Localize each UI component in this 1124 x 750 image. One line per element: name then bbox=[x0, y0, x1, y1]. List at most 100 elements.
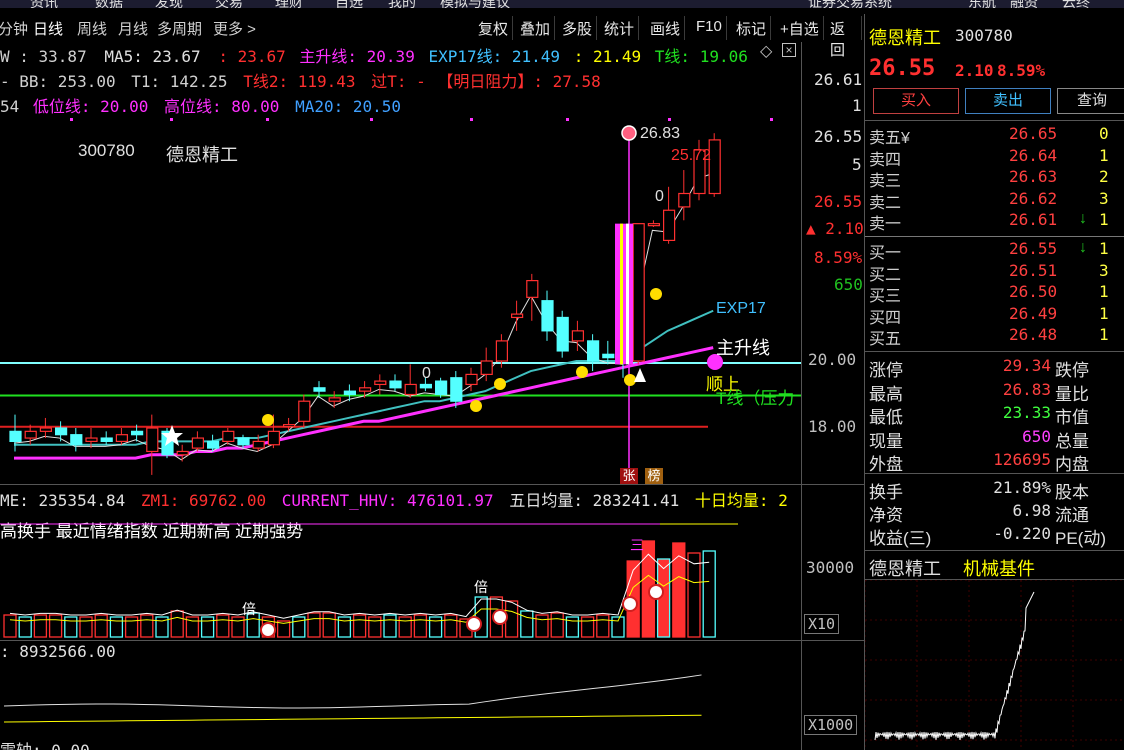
toolbar-button[interactable]: 标记 bbox=[732, 16, 772, 40]
volume-bar bbox=[3, 614, 17, 638]
top-menu-item[interactable]: 自选 bbox=[335, 0, 363, 8]
candle-body bbox=[191, 437, 204, 449]
toolbar-button[interactable]: 返回 bbox=[826, 16, 862, 59]
volume-bar bbox=[124, 616, 139, 638]
candle-body bbox=[450, 377, 463, 402]
candle-body bbox=[39, 427, 53, 432]
order-vol: 1 bbox=[1099, 303, 1109, 323]
signal-dot bbox=[494, 378, 506, 390]
top-menu-item[interactable]: 证券交易系统 bbox=[808, 0, 892, 8]
volume-bar bbox=[48, 614, 63, 638]
top-menu-item[interactable]: 理财 bbox=[275, 0, 303, 8]
period-tab[interactable]: 更多 > bbox=[213, 18, 256, 39]
order-book-row[interactable]: 买一 26.55 ↓ 1 bbox=[867, 239, 1124, 262]
candle-body bbox=[298, 400, 311, 422]
diamond-icon[interactable]: ◇ bbox=[760, 41, 772, 61]
order-vol: 3 bbox=[1099, 188, 1109, 208]
order-book-row[interactable]: 卖一 26.61 ↓ 1 bbox=[867, 210, 1124, 233]
indicator-p: 54 bbox=[0, 97, 20, 116]
volume-bar bbox=[550, 612, 564, 638]
candle-body bbox=[662, 209, 676, 241]
order-book-row[interactable]: 买五 26.48 1 bbox=[867, 325, 1124, 348]
signal-dot bbox=[576, 366, 588, 378]
vol-scale-label: X10 bbox=[804, 614, 840, 634]
buy-button[interactable]: 买入 bbox=[873, 88, 959, 114]
toolbar-button[interactable]: 画线 bbox=[646, 16, 686, 40]
stat-label-2: 内盘 bbox=[1055, 455, 1089, 474]
top-menu-item[interactable]: 资讯 bbox=[30, 0, 58, 8]
order-book-row[interactable]: 卖三 26.63 2 bbox=[867, 167, 1124, 190]
volume-bar bbox=[170, 610, 184, 638]
stat-label-2: 跌停 bbox=[1055, 361, 1089, 380]
period-tab[interactable]: 月线 bbox=[118, 18, 148, 39]
bottom-text: 需轴: 0.00 bbox=[0, 737, 90, 750]
candlestick-chart[interactable] bbox=[0, 118, 802, 488]
volume-chart: 倍倍三 bbox=[0, 523, 738, 638]
volume-bar bbox=[702, 550, 716, 638]
period-tab[interactable]: 多周期 bbox=[157, 18, 202, 39]
order-vol: 1 bbox=[1099, 282, 1109, 301]
period-tab[interactable]: 周线 bbox=[77, 18, 107, 39]
quote-stock-name: 德恩精工 bbox=[869, 28, 941, 48]
order-label: 卖四 bbox=[869, 151, 902, 169]
stat-label: 净资 bbox=[869, 506, 903, 525]
tline-label: T线（压力 bbox=[716, 389, 795, 408]
axis-label-2: 1 bbox=[852, 96, 862, 115]
toolbar-button[interactable]: F10 bbox=[692, 16, 727, 40]
candle-body bbox=[678, 192, 691, 208]
axis-divider-2 bbox=[802, 640, 864, 641]
toolbar-button[interactable]: 复权 bbox=[474, 16, 514, 40]
top-menu-item[interactable]: 交易 bbox=[215, 0, 243, 8]
volume-bar bbox=[580, 616, 595, 638]
top-menu-item[interactable]: 融资 bbox=[1010, 0, 1038, 8]
order-book-row[interactable]: 买二 26.51 3 bbox=[867, 260, 1124, 284]
top-menu-item[interactable]: 云终 bbox=[1062, 0, 1090, 8]
volume-bar bbox=[352, 614, 367, 638]
volume-bar bbox=[140, 614, 154, 638]
axis-label-6: ▲ 2.10 bbox=[806, 219, 864, 238]
order-book-row[interactable]: 买四 26.49 1 bbox=[867, 303, 1124, 327]
toolbar-button[interactable]: 多股 bbox=[558, 16, 598, 40]
candle-body bbox=[70, 434, 83, 446]
industry-name[interactable]: 机械基件 bbox=[963, 555, 1035, 581]
quote-stock-code: 300780 bbox=[955, 26, 1013, 45]
candle-body bbox=[526, 280, 539, 298]
ma-line-EXP17 bbox=[14, 309, 714, 446]
order-price: 26.49 bbox=[1009, 303, 1058, 323]
indicator-guot: 过T: - bbox=[371, 72, 426, 91]
axis-label-8: 650 bbox=[834, 275, 863, 294]
top-menu-item[interactable]: 发现 bbox=[155, 0, 183, 8]
close-icon[interactable]: × bbox=[782, 43, 796, 57]
order-price: 26.61 bbox=[1009, 210, 1058, 229]
quote-panel: 德恩精工 300780 26.55 2.10 8.59% 买入 卖出 查询 卖五… bbox=[864, 14, 1124, 750]
period-tab[interactable]: 日线 bbox=[33, 18, 63, 39]
order-book-row[interactable]: 卖二 26.62 3 bbox=[867, 188, 1124, 212]
stat-label-2: 股本 bbox=[1055, 483, 1089, 502]
high-price-label: 25.72 bbox=[671, 147, 712, 164]
stat-label: 涨停 bbox=[869, 361, 903, 380]
order-book-row[interactable]: 买三 26.50 1 bbox=[867, 282, 1124, 305]
query-button[interactable]: 查询 bbox=[1057, 88, 1124, 114]
indicator-v1: : 23.67 bbox=[218, 47, 286, 66]
order-book-row[interactable]: 卖四 26.64 1 bbox=[867, 146, 1124, 169]
order-price: 26.51 bbox=[1009, 260, 1058, 280]
order-book-row[interactable]: 卖五¥ 26.65 0 bbox=[867, 124, 1124, 147]
stat-label-2: 流通 bbox=[1055, 506, 1089, 525]
intraday-minichart bbox=[865, 580, 1124, 750]
period-bar: 分钟 日线 周线 月线 多周期 更多 > bbox=[0, 14, 470, 42]
order-vol: 2 bbox=[1099, 167, 1109, 186]
indicator-v2: : 21.49 bbox=[573, 47, 642, 66]
sell-button[interactable]: 卖出 bbox=[965, 88, 1051, 114]
candle-body bbox=[435, 380, 448, 396]
toolbar-button[interactable]: 叠加 bbox=[516, 16, 556, 40]
top-menu-item[interactable]: 数据 bbox=[95, 0, 123, 8]
top-menu-item[interactable]: 我的 bbox=[388, 0, 416, 8]
candle-body bbox=[237, 437, 250, 446]
toolbar-button[interactable]: 统计 bbox=[600, 16, 640, 40]
toolbar-button[interactable]: +自选 bbox=[776, 16, 824, 40]
top-menu-item[interactable]: 模拟与建议 bbox=[440, 0, 510, 8]
top-menu-item[interactable]: 东航 bbox=[968, 0, 996, 8]
volume-bar bbox=[413, 614, 428, 638]
period-tab[interactable]: 分钟 bbox=[0, 18, 28, 39]
order-vol: 0 bbox=[1099, 124, 1109, 143]
